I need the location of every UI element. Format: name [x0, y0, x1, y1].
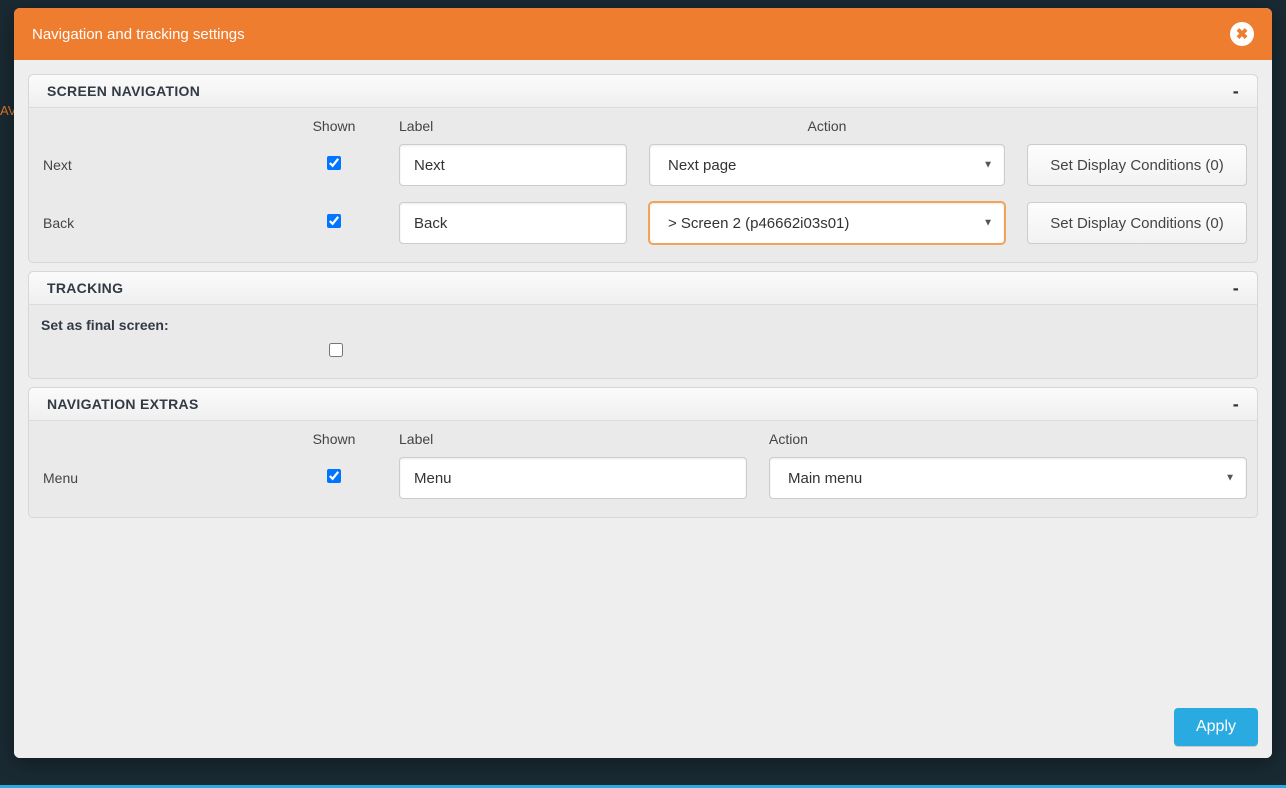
header-action: Action: [769, 431, 1247, 447]
next-label-input[interactable]: [399, 144, 627, 186]
modal-header: Navigation and tracking settings ✖: [14, 8, 1272, 60]
header-shown: Shown: [269, 118, 399, 134]
panel-header-screen-navigation[interactable]: SCREEN NAVIGATION -: [29, 75, 1257, 108]
panel-body-navigation-extras: Shown Label Action Menu Mai: [29, 421, 1257, 517]
column-headers: Shown Label Action: [39, 425, 1247, 453]
modal-body: SCREEN NAVIGATION - Shown Label Action N…: [14, 60, 1272, 708]
back-action-select[interactable]: > Screen 2 (p46662i03s01): [649, 202, 1005, 244]
collapse-icon[interactable]: -: [1233, 401, 1239, 407]
panel-title: NAVIGATION EXTRAS: [47, 396, 199, 412]
next-shown-checkbox[interactable]: [327, 156, 341, 170]
next-action-select-wrap: Next page: [649, 144, 1005, 186]
header-label: Label: [399, 118, 649, 134]
row-name: Menu: [39, 470, 269, 486]
header-action: Action: [649, 118, 1027, 134]
close-icon: ✖: [1236, 25, 1249, 43]
final-screen-checkbox[interactable]: [329, 343, 343, 357]
back-label-input[interactable]: [399, 202, 627, 244]
nav-row-back: Back > Screen 2 (p46662i03s01): [39, 198, 1247, 248]
menu-action-select-wrap: Main menu: [769, 457, 1247, 499]
apply-button[interactable]: Apply: [1174, 708, 1258, 746]
panel-title: SCREEN NAVIGATION: [47, 83, 200, 99]
row-name: Next: [39, 157, 269, 173]
menu-action-select[interactable]: Main menu: [769, 457, 1247, 499]
panel-tracking: TRACKING - Set as final screen:: [28, 271, 1258, 379]
panel-header-tracking[interactable]: TRACKING -: [29, 272, 1257, 305]
final-screen-label: Set as final screen:: [39, 313, 1247, 343]
nav-row-next: Next Next page: [39, 140, 1247, 190]
panel-header-navigation-extras[interactable]: NAVIGATION EXTRAS -: [29, 388, 1257, 421]
panel-body-tracking: Set as final screen:: [29, 305, 1257, 378]
collapse-icon[interactable]: -: [1233, 285, 1239, 291]
extras-row-menu: Menu Main menu: [39, 453, 1247, 503]
close-button[interactable]: ✖: [1230, 22, 1254, 46]
collapse-icon[interactable]: -: [1233, 88, 1239, 94]
panel-body-screen-navigation: Shown Label Action Next: [29, 108, 1257, 262]
row-name: Back: [39, 215, 269, 231]
back-shown-checkbox[interactable]: [327, 214, 341, 228]
back-action-select-wrap: > Screen 2 (p46662i03s01): [649, 202, 1005, 244]
panel-title: TRACKING: [47, 280, 123, 296]
modal-footer: Apply: [14, 708, 1272, 758]
next-action-select[interactable]: Next page: [649, 144, 1005, 186]
column-headers: Shown Label Action: [39, 112, 1247, 140]
next-conditions-button[interactable]: Set Display Conditions (0): [1027, 144, 1247, 186]
menu-label-input[interactable]: [399, 457, 747, 499]
back-conditions-button[interactable]: Set Display Conditions (0): [1027, 202, 1247, 244]
panel-navigation-extras: NAVIGATION EXTRAS - Shown Label Action M…: [28, 387, 1258, 518]
settings-modal: Navigation and tracking settings ✖ SCREE…: [14, 8, 1272, 758]
menu-shown-checkbox[interactable]: [327, 469, 341, 483]
panel-screen-navigation: SCREEN NAVIGATION - Shown Label Action N…: [28, 74, 1258, 263]
header-shown: Shown: [269, 431, 399, 447]
modal-title: Navigation and tracking settings: [32, 26, 245, 43]
header-label: Label: [399, 431, 769, 447]
